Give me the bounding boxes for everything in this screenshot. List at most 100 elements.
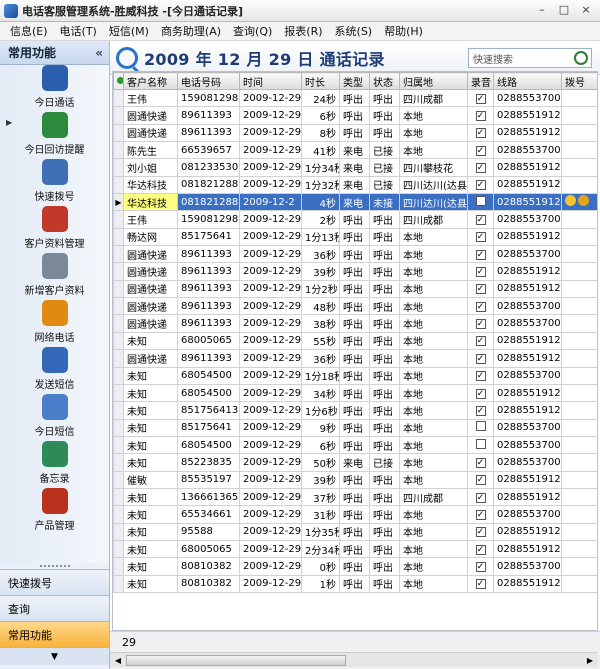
table-row[interactable]: 未知955882009-12-291分35秒呼出呼出本地✓02885519125 (113, 522, 597, 541)
table-cell[interactable]: 65534661 (177, 505, 240, 524)
table-cell[interactable]: 四川成都 (399, 88, 468, 108)
table-cell[interactable]: 呼出 (369, 383, 400, 403)
sidebar-item-memo[interactable]: 备忘录 (0, 441, 109, 488)
table-cell[interactable]: 38秒 (301, 314, 340, 333)
table-row[interactable]: 圆通快递 89611393 2009-12-29 8秒 呼出 呼出 本地 ✓ 028855191… (113, 123, 597, 143)
checkbox-icon[interactable] (475, 195, 486, 206)
table-cell[interactable]: 2009-12-29 (239, 505, 302, 524)
table-cell[interactable]: 68005065 (177, 539, 240, 559)
table-cell[interactable]: 本地 (399, 453, 468, 472)
table-cell[interactable]: 8秒 (301, 123, 340, 143)
nav-group-button[interactable]: 快速拨号 (0, 569, 109, 595)
table-cell[interactable]: 未知 (123, 401, 178, 420)
table-row[interactable]: 圆通快递 89611393 2009-12-29 48秒 呼出 呼出 本地 ✓ 02885537… (113, 297, 597, 316)
table-cell[interactable]: 呼出 (339, 123, 370, 143)
table-cell[interactable]: 本地 (399, 314, 468, 333)
dial-cell[interactable] (561, 557, 597, 576)
table-cell[interactable]: 来电 (339, 175, 370, 195)
table-cell[interactable]: 呼出 (369, 401, 400, 420)
dial-cell[interactable] (561, 383, 597, 403)
table-cell[interactable]: 本地 (399, 557, 468, 576)
table-cell[interactable]: 2009-12-29 (239, 141, 302, 160)
table-cell[interactable]: 48秒 (301, 297, 340, 316)
checkbox-icon[interactable]: ✓ (475, 371, 486, 382)
table-cell[interactable]: 本地 (399, 245, 468, 264)
table-cell[interactable]: 2009-12-29 (239, 401, 302, 420)
table-cell[interactable]: 未知 (123, 557, 178, 576)
recording-checkbox[interactable]: ✓ (467, 539, 494, 559)
checkbox-icon[interactable]: ✓ (475, 163, 486, 174)
horizontal-scrollbar[interactable]: ◀ ▶ (110, 652, 598, 667)
table-row[interactable]: 未知680545002009-12-291分18秒呼出呼出本地✓02885537… (113, 366, 597, 385)
checkbox-icon[interactable]: ✓ (475, 527, 486, 538)
table-cell[interactable]: 来电 (339, 193, 370, 212)
table-cell[interactable]: 15908129897 (177, 88, 240, 108)
table-cell[interactable]: 呼出 (339, 505, 370, 524)
table-cell[interactable]: 本地 (399, 401, 468, 420)
sidebar-item-customers[interactable]: 客户资料管理 (0, 206, 109, 253)
table-cell[interactable]: 本地 (399, 522, 468, 541)
table-cell[interactable]: 851756413 (177, 401, 240, 420)
table-cell[interactable]: 呼出 (369, 123, 400, 143)
column-header[interactable]: 录音 (467, 72, 494, 90)
column-header[interactable]: 时间 (239, 72, 302, 90)
dial-phone-icon[interactable] (565, 195, 576, 207)
table-cell[interactable]: 呼出 (369, 366, 400, 385)
table-cell[interactable]: 68054500 (177, 383, 240, 403)
table-cell[interactable]: 02885537006 (493, 505, 562, 524)
table-row[interactable]: 未知 85175641 2009-12-29 9秒 呼出 呼出 本地 02885537006 (113, 418, 597, 437)
table-cell[interactable]: 1分13秒 (301, 227, 340, 247)
table-cell[interactable]: 王伟 (123, 88, 178, 108)
table-cell[interactable]: 本地 (399, 141, 468, 160)
table-row[interactable]: 未知 65534661 2009-12-29 31秒 呼出 呼出 本地 ✓ 0288553700… (113, 505, 597, 524)
scroll-left-icon[interactable]: ◀ (111, 654, 125, 667)
recording-checkbox[interactable]: ✓ (467, 227, 494, 247)
table-cell[interactable]: 来电 (339, 453, 370, 472)
table-cell[interactable]: 催敏 (123, 470, 178, 489)
table-cell[interactable]: 呼出 (369, 297, 400, 316)
table-cell[interactable]: 四川成都 (399, 210, 468, 229)
table-row[interactable]: 王伟159081298972009-12-292秒呼出呼出四川成都✓028855… (113, 210, 597, 229)
table-cell[interactable]: 89611393 (177, 297, 240, 316)
table-cell[interactable]: 02885519125 (493, 123, 562, 143)
table-cell[interactable]: 95588 (177, 522, 240, 541)
table-cell[interactable]: 未接 (369, 193, 400, 212)
column-header[interactable]: 拨号 (561, 72, 597, 90)
table-cell[interactable]: 2009-12-29 (239, 106, 302, 125)
table-cell[interactable]: 畅达网 (123, 227, 178, 247)
table-cell[interactable]: 2009-12-29 (239, 453, 302, 472)
dial-cell[interactable] (561, 106, 597, 125)
table-cell[interactable]: 华达科技 (123, 175, 178, 195)
recording-checkbox[interactable]: ✓ (467, 314, 494, 333)
minimize-icon[interactable]: – (534, 3, 550, 18)
table-cell[interactable]: 2009-12-29 (239, 262, 302, 281)
table-cell[interactable]: 本地 (399, 279, 468, 299)
recording-checkbox[interactable]: ✓ (467, 158, 494, 177)
table-cell[interactable]: 2009-12-29 (239, 574, 302, 593)
column-header[interactable]: 类型 (339, 72, 370, 90)
table-cell[interactable]: 08182128836 (177, 193, 240, 212)
table-cell[interactable]: 02885519125 (493, 175, 562, 195)
table-cell[interactable]: 02885537006 (493, 88, 562, 108)
table-cell[interactable]: 85223835 (177, 453, 240, 472)
table-cell[interactable]: 02885537006 (493, 297, 562, 316)
table-row[interactable]: 未知136661365672009-12-2937秒呼出呼出四川成都✓02885… (113, 487, 597, 507)
table-cell[interactable]: 未知 (123, 539, 178, 559)
column-header[interactable]: 时长 (301, 72, 340, 90)
dial-cell[interactable] (561, 175, 597, 195)
table-row[interactable]: 未知 68054500 2009-12-29 34秒 呼出 呼出 本地 ✓ 0288551912… (113, 383, 597, 403)
table-cell[interactable]: 02885519125 (493, 522, 562, 541)
table-cell[interactable]: 24秒 (301, 88, 340, 108)
sidebar-item-sms-inbox[interactable]: 今日短信 (0, 394, 109, 441)
sidebar-item-add-contact[interactable]: 新增客户资料 (0, 253, 109, 300)
recording-checkbox[interactable]: ✓ (467, 557, 494, 576)
table-cell[interactable]: 呼出 (339, 245, 370, 264)
dial-cell[interactable] (561, 539, 597, 559)
table-cell[interactable]: 85175641 (177, 418, 240, 437)
recording-checkbox[interactable]: ✓ (467, 262, 494, 281)
table-cell[interactable]: 2009-12-29 (239, 435, 302, 455)
table-cell[interactable]: 未知 (123, 383, 178, 403)
recording-checkbox[interactable] (467, 435, 494, 455)
table-cell[interactable]: 本地 (399, 435, 468, 455)
table-cell[interactable]: 1分2秒 (301, 279, 340, 299)
